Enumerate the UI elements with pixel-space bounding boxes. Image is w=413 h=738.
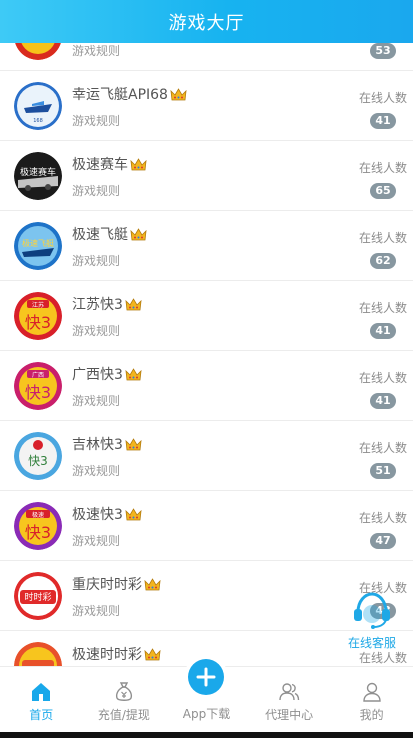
svg-text:广西: 广西 [32, 371, 44, 379]
svg-text:快3: 快3 [25, 313, 51, 332]
speed-boat-logo-icon: 极速飞艇 [14, 222, 62, 270]
svg-text:极速飞艇: 极速飞艇 [22, 238, 54, 248]
crown-icon [144, 647, 161, 661]
online-count-badge: 62 [370, 253, 396, 269]
crown-icon [170, 87, 187, 101]
svg-text:江苏: 江苏 [32, 301, 44, 309]
online-count-badge: 47 [370, 533, 396, 549]
game-row[interactable]: 168 幸运飞艇API68 游戏规则 在线人数 41 [0, 71, 413, 141]
svg-text:极速: 极速 [32, 511, 44, 519]
speed-racing-logo-icon: 极速赛车 [14, 152, 62, 200]
money-bag-icon [113, 681, 135, 703]
svg-text:快3: 快3 [25, 523, 51, 542]
jilin-k3-logo-icon: 快3 [14, 432, 62, 480]
game-name[interactable]: 江苏快3 [72, 294, 142, 314]
game-rules-link[interactable]: 游戏规则 [72, 322, 120, 339]
game-rules-link[interactable]: 游戏规则 [72, 112, 120, 129]
users-icon [278, 681, 300, 703]
game-name[interactable]: 极速飞艇 [72, 224, 147, 244]
chongqing-ssc-logo-icon: 时时彩 [14, 572, 62, 620]
headset-icon [351, 590, 393, 630]
header-bar: 游戏大厅 [0, 0, 413, 43]
game-name[interactable]: 广西快3 [72, 364, 142, 384]
online-count-badge: 51 [370, 463, 396, 479]
tab-app-download[interactable]: App下载 [165, 655, 248, 732]
online-service-label: 在线客服 [347, 636, 396, 650]
game-name[interactable]: 极速快3 [72, 504, 142, 524]
online-count-label: 在线人数 [358, 511, 407, 525]
game-name[interactable]: 吉林快3 [72, 434, 142, 454]
online-count-label: 在线人数 [358, 441, 407, 455]
game-name[interactable]: 极速赛车 [72, 154, 147, 174]
lucky-10-logo-icon: 幸运10 [14, 43, 62, 60]
online-count-badge: 41 [370, 393, 396, 409]
tab-deposit-withdraw[interactable]: 充值/提现 [83, 667, 166, 732]
app-download-button[interactable] [184, 655, 229, 699]
online-count-label: 在线人数 [358, 161, 407, 175]
home-icon [30, 681, 52, 703]
speed-ssc-logo-icon [14, 642, 62, 666]
game-rules-link[interactable]: 游戏规则 [72, 462, 120, 479]
crown-icon [130, 157, 147, 171]
svg-text:时时彩: 时时彩 [24, 591, 51, 603]
tab-agent-center-label: 代理中心 [265, 708, 314, 722]
online-service-button[interactable]: 在线客服 [344, 590, 400, 652]
game-rules-link[interactable]: 游戏规则 [72, 182, 120, 199]
crown-icon [125, 367, 142, 381]
game-name[interactable]: 重庆时时彩 [72, 574, 161, 594]
online-count-badge: 65 [370, 183, 396, 199]
online-count-badge: 41 [370, 323, 396, 339]
game-row[interactable]: 极速飞艇 极速飞艇 游戏规则 在线人数 62 [0, 211, 413, 281]
svg-text:快3: 快3 [25, 383, 51, 402]
online-count-badge: 41 [370, 113, 396, 129]
tab-home[interactable]: 首页 [0, 667, 83, 732]
game-list[interactable]: 幸运10 游戏规则 53 168 幸运飞艇API68 游戏规则 在线人数 41 … [0, 43, 413, 666]
jiangsu-k3-logo-icon: 江苏快3 [14, 292, 62, 340]
plus-icon [188, 659, 225, 695]
game-rules-link[interactable]: 游戏规则 [72, 532, 120, 549]
svg-text:168: 168 [33, 118, 43, 124]
page-title: 游戏大厅 [168, 12, 245, 34]
tab-agent-center[interactable]: 代理中心 [248, 667, 331, 732]
game-rules-link[interactable]: 游戏规则 [72, 602, 120, 619]
online-count-label: 在线人数 [358, 231, 407, 245]
crown-icon [144, 577, 161, 591]
online-count-label: 在线人数 [358, 301, 407, 315]
crown-icon [125, 507, 142, 521]
tab-mine[interactable]: 我的 [330, 667, 413, 732]
game-name[interactable]: 极速时时彩 [72, 644, 161, 664]
online-count-label: 在线人数 [358, 91, 407, 105]
online-count-badge: 53 [370, 43, 396, 59]
lucky-boat-logo-icon: 168 [14, 82, 62, 130]
user-icon [361, 681, 383, 703]
game-row[interactable]: 极速赛车 极速赛车 游戏规则 在线人数 65 [0, 141, 413, 211]
online-count-label: 在线人数 [358, 371, 407, 385]
svg-text:快3: 快3 [28, 454, 48, 468]
system-home-indicator [0, 732, 413, 738]
crown-icon [125, 297, 142, 311]
svg-text:极速赛车: 极速赛车 [20, 166, 56, 178]
guangxi-k3-logo-icon: 广西快3 [14, 362, 62, 410]
crown-icon [130, 227, 147, 241]
game-row[interactable]: 快3 吉林快3 游戏规则 在线人数 51 [0, 421, 413, 491]
bottom-tab-bar: 首页 充值/提现 App下载 代理中心 我的 [0, 655, 413, 732]
game-name[interactable]: 幸运飞艇API68 [72, 84, 187, 104]
speed-k3-logo-icon: 极速快3 [14, 502, 62, 550]
tab-deposit-withdraw-label: 充值/提现 [97, 708, 150, 722]
tab-app-download-label: App下载 [182, 707, 231, 721]
game-row[interactable]: 江苏 快3 江苏快3 游戏规则 在线人数 41 [0, 281, 413, 351]
game-row[interactable]: 极速 快3 极速快3 游戏规则 在线人数 47 [0, 491, 413, 561]
game-row[interactable]: 广西 快3 广西快3 游戏规则 在线人数 41 [0, 351, 413, 421]
game-rules-link[interactable]: 游戏规则 [72, 392, 120, 409]
game-rules-link[interactable]: 游戏规则 [72, 43, 120, 59]
tab-mine-label: 我的 [359, 708, 384, 722]
game-rules-link[interactable]: 游戏规则 [72, 252, 120, 269]
tab-home-label: 首页 [29, 708, 54, 722]
crown-icon [125, 437, 142, 451]
game-row[interactable]: 幸运10 游戏规则 53 [0, 43, 413, 71]
